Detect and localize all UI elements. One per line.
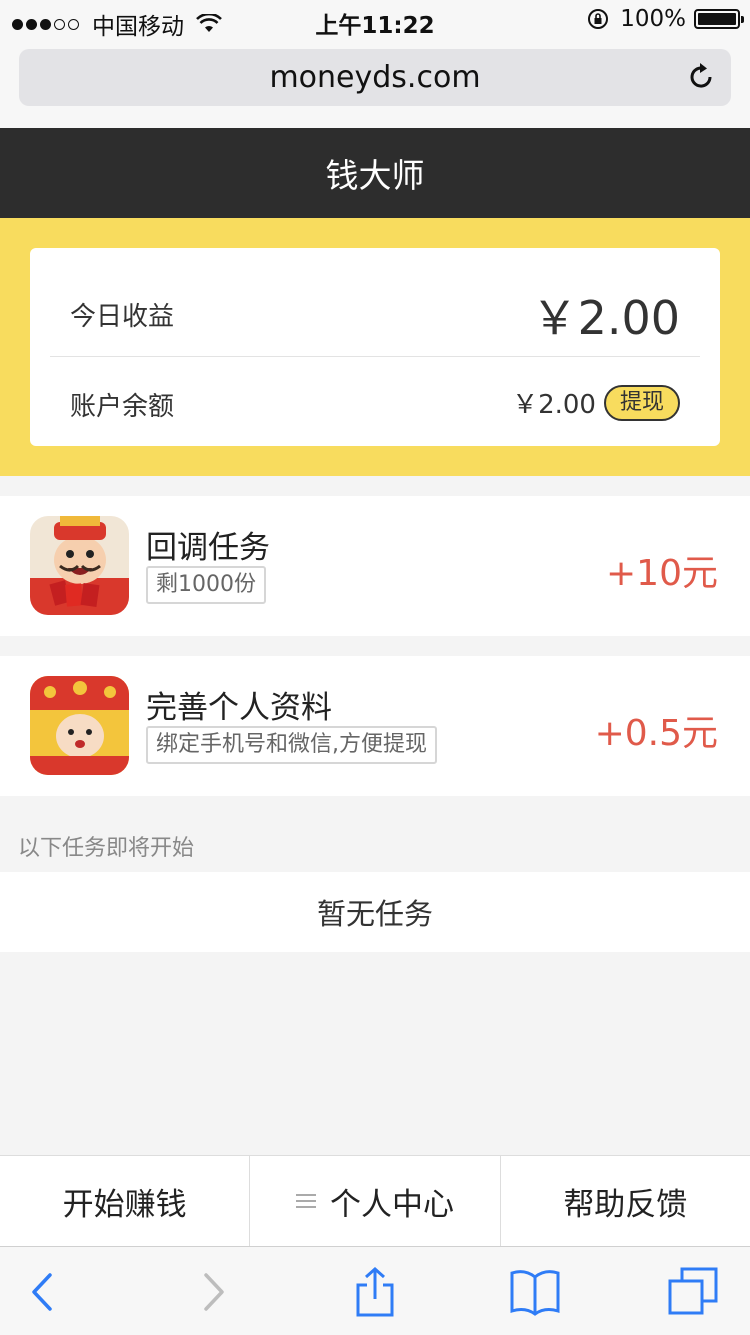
nav-start-earning[interactable]: 开始赚钱 xyxy=(0,1156,251,1246)
nav-label: 帮助反馈 xyxy=(563,1186,688,1223)
url-text: moneyds.com xyxy=(269,60,481,95)
no-tasks-row: 暂无任务 xyxy=(0,872,750,952)
task-tag: 剩1000份 xyxy=(146,566,266,604)
god-of-wealth-icon xyxy=(30,676,129,775)
task-reward: +0.5元 xyxy=(594,713,718,754)
today-earnings-amount: ￥2.00 xyxy=(531,291,680,345)
task-reward: +10元 xyxy=(606,553,718,594)
task-tag: 绑定手机号和微信,方便提现 xyxy=(146,726,437,764)
share-icon[interactable] xyxy=(350,1267,400,1317)
earnings-section: 今日收益 ￥2.00 账户余额 ￥2.00 提现 xyxy=(0,218,750,476)
bottom-nav: 开始赚钱 个人中心 帮助反馈 xyxy=(0,1155,750,1246)
task-title: 完善个人资料 xyxy=(146,690,332,726)
account-balance-row: 账户余额 ￥2.00 提现 xyxy=(50,356,700,446)
reload-icon[interactable] xyxy=(685,61,717,93)
account-balance-label: 账户余额 xyxy=(70,392,175,422)
nav-label: 开始赚钱 xyxy=(62,1186,187,1223)
browser-address-area: moneyds.com xyxy=(0,40,750,128)
today-earnings-label: 今日收益 xyxy=(70,302,175,332)
menu-icon xyxy=(295,1194,316,1208)
task-title: 回调任务 xyxy=(146,530,270,566)
battery-icon xyxy=(694,9,744,29)
back-icon[interactable] xyxy=(18,1267,68,1317)
withdraw-button[interactable]: 提现 xyxy=(603,384,680,421)
status-bar: 中国移动 上午11:22 100% xyxy=(0,0,750,40)
god-of-wealth-icon xyxy=(30,516,129,615)
today-earnings-row: 今日收益 ￥2.00 xyxy=(50,248,700,357)
bookmarks-icon[interactable] xyxy=(510,1267,560,1317)
task-item[interactable]: 完善个人资料 绑定手机号和微信,方便提现 +0.5元 xyxy=(0,656,750,796)
nav-help-feedback[interactable]: 帮助反馈 xyxy=(501,1156,750,1246)
task-item[interactable]: 回调任务 剩1000份 +10元 xyxy=(0,496,750,636)
account-balance-amount: ￥2.00 xyxy=(512,390,596,420)
address-bar[interactable]: moneyds.com xyxy=(19,49,731,106)
earnings-card: 今日收益 ￥2.00 账户余额 ￥2.00 提现 xyxy=(30,248,720,446)
battery-percent: 100% xyxy=(620,6,686,32)
nav-personal-center[interactable]: 个人中心 xyxy=(250,1156,501,1246)
nav-label: 个人中心 xyxy=(329,1186,454,1223)
forward-icon[interactable] xyxy=(188,1267,238,1317)
page-title: 钱大师 xyxy=(325,156,425,195)
app-header: 钱大师 xyxy=(0,128,750,218)
browser-toolbar xyxy=(0,1246,750,1335)
orientation-lock-icon xyxy=(588,9,609,29)
upcoming-tasks-label: 以下任务即将开始 xyxy=(18,836,195,861)
no-tasks-text: 暂无任务 xyxy=(316,897,433,931)
tabs-icon[interactable] xyxy=(668,1267,718,1317)
